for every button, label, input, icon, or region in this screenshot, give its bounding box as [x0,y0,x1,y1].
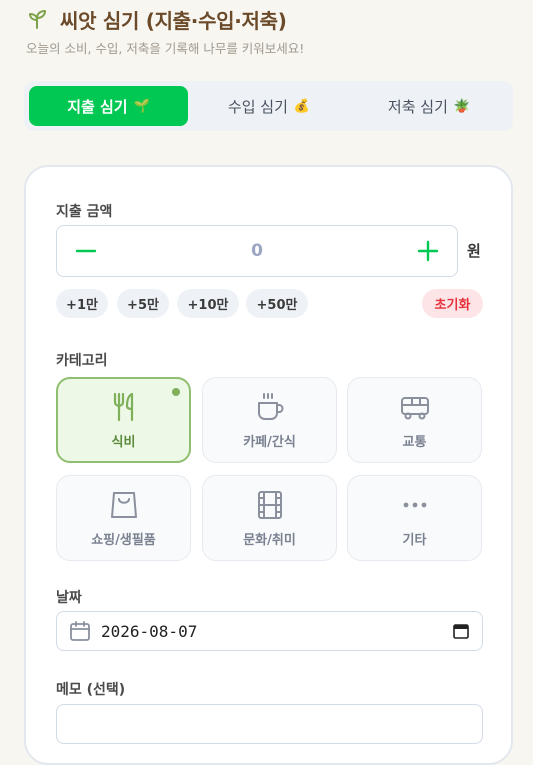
potted-plant-icon: 🪴 [453,98,471,114]
entry-form-card: 지출 금액 0 원 +1만 +5만 +10만 +50만 초기화 카테고리 식비 [24,165,513,765]
category-shopping[interactable]: 쇼핑/생필품 [56,475,191,561]
tab-income-label: 수입 심기 [227,97,288,116]
date-label: 날짜 [56,590,82,606]
currency-unit: 원 [467,242,481,260]
category-etc[interactable]: 기타 [347,475,482,561]
seedling-icon: 🌱 [133,98,150,114]
date-input[interactable]: 2026-08-07 [56,611,483,651]
coffee-icon [257,392,283,420]
date-picker-icon[interactable] [452,622,470,640]
category-transport[interactable]: 교통 [347,377,482,463]
minus-icon [75,249,97,253]
money-bag-icon: 💰 [293,98,311,114]
more-icon [403,502,426,507]
utensils-icon [113,392,133,421]
film-icon [257,490,282,519]
bus-icon [400,396,429,419]
quick-add-50k-button[interactable]: +5만 [117,289,169,318]
calendar-icon [70,621,90,641]
tab-savings-label: 저축 심기 [387,97,448,116]
date-value: 2026-08-07 [101,621,198,641]
tab-income[interactable]: 수입 심기 💰 [190,86,348,126]
tab-savings[interactable]: 저축 심기 🪴 [350,86,508,126]
tab-expense[interactable]: 지출 심기 🌱 [29,86,188,126]
category-etc-label: 기타 [402,532,427,548]
category-food[interactable]: 식비 [56,377,191,463]
increase-button[interactable] [399,226,457,276]
page-subtitle: 오늘의 소비, 수입, 저축을 기록해 나무를 키워보세요! [26,41,305,56]
quick-add-500k-button[interactable]: +50만 [246,289,308,318]
category-shopping-label: 쇼핑/생필품 [91,532,156,548]
page-title: 씨앗 심기 (지출·수입·저축) [60,8,287,33]
amount-label: 지출 금액 [56,204,113,220]
amount-input[interactable]: 0 [115,241,399,261]
type-tabs: 지출 심기 🌱 수입 심기 💰 저축 심기 🪴 [24,81,513,131]
category-culture[interactable]: 문화/취미 [202,475,337,561]
selected-indicator [172,388,180,396]
amount-input-group: 0 [56,225,458,277]
category-transport-label: 교통 [402,434,427,450]
quick-add-10k-button[interactable]: +1만 [56,289,108,318]
decrease-button[interactable] [57,226,115,276]
memo-input[interactable] [56,704,483,744]
plus-icon [417,240,439,262]
quick-add-100k-button[interactable]: +10만 [177,289,239,318]
category-food-label: 식비 [111,434,136,450]
category-cafe-label: 카페/간식 [243,434,296,450]
category-culture-label: 문화/취미 [243,532,296,548]
category-cafe[interactable]: 카페/간식 [202,377,337,463]
sprout-icon [26,7,50,31]
memo-label: 메모 (선택) [56,682,126,698]
shopping-bag-icon [110,491,137,518]
reset-button[interactable]: 초기화 [422,289,483,318]
tab-expense-label: 지출 심기 [67,97,128,116]
page-header: 씨앗 심기 (지출·수입·저축) 오늘의 소비, 수입, 저축을 기록해 나무를… [26,6,523,57]
category-label: 카테고리 [56,353,108,369]
